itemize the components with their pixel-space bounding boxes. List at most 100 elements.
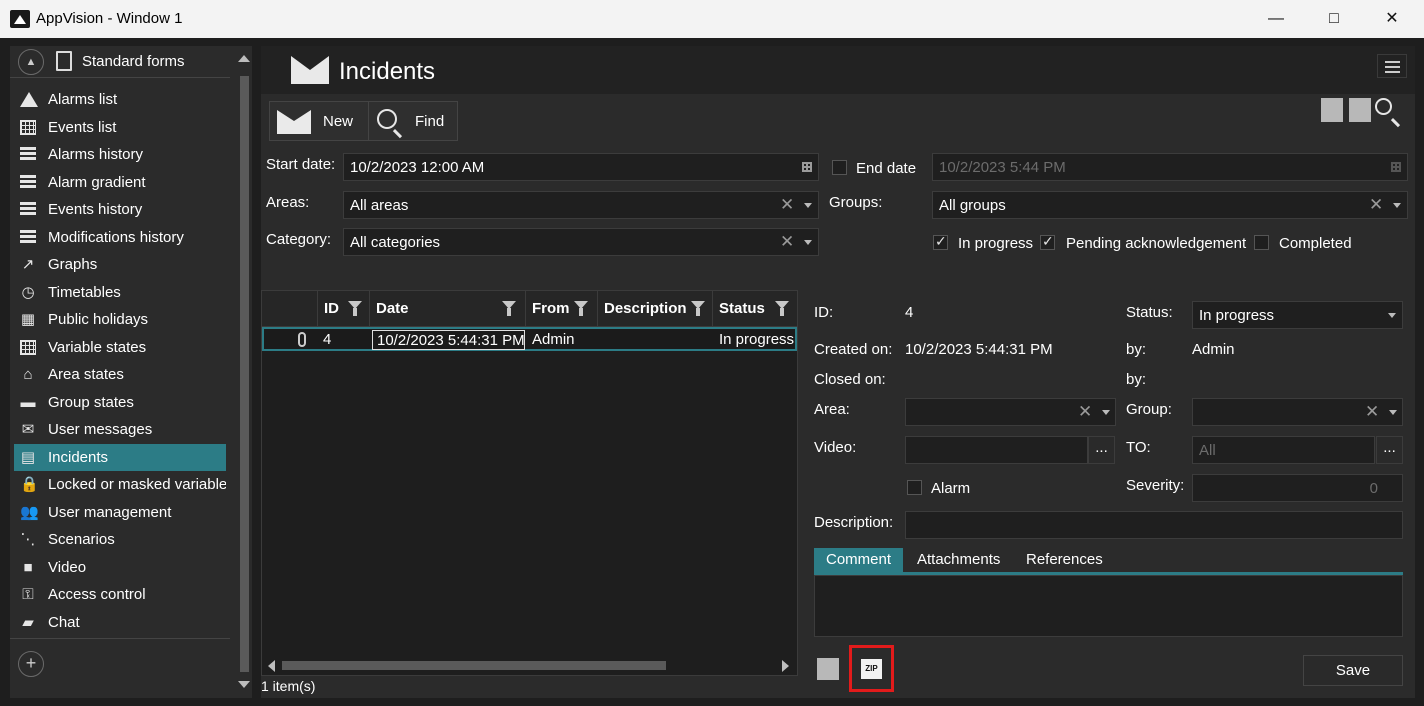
sidebar-item-modifications-history[interactable]: Modifications history: [14, 224, 226, 252]
header-icon-column: [262, 291, 318, 327]
in-progress-checkbox[interactable]: [933, 233, 948, 250]
sidebar-item-area-states[interactable]: ⌂ Area states: [14, 361, 226, 389]
area-select[interactable]: ✕: [905, 398, 1116, 426]
calendar-icon[interactable]: [802, 162, 812, 172]
clear-icon[interactable]: ✕: [1365, 402, 1379, 422]
collapse-up-button[interactable]: ▲: [18, 49, 44, 75]
sidebar-item-events-list[interactable]: Events list: [14, 114, 226, 142]
filter-icon[interactable]: [502, 301, 516, 316]
maximize-button[interactable]: □: [1305, 0, 1363, 38]
calendar-icon[interactable]: [1391, 162, 1401, 172]
sidebar-item-events-history[interactable]: Events history: [14, 196, 226, 224]
sidebar-item-user-management[interactable]: 👥 User management: [14, 499, 226, 527]
sidebar-item-scenarios[interactable]: ⋱ Scenarios: [14, 526, 226, 554]
save-icon[interactable]: [1349, 98, 1371, 122]
clear-icon[interactable]: ✕: [780, 195, 794, 215]
severity-stepper[interactable]: 0: [1192, 474, 1403, 502]
comment-textarea[interactable]: [814, 575, 1403, 637]
end-date-field[interactable]: 10/2/2023 5:44 PM: [932, 153, 1408, 181]
scroll-thumb[interactable]: [240, 76, 249, 672]
scroll-down-icon[interactable]: [238, 681, 250, 688]
sidebar-item-alarm-gradient[interactable]: Alarm gradient: [14, 169, 226, 197]
clear-icon[interactable]: ✕: [1369, 195, 1383, 215]
chevron-down-icon[interactable]: [1388, 313, 1396, 318]
sidebar-item-video[interactable]: ■ Video: [14, 554, 226, 582]
alarm-checkbox[interactable]: [907, 480, 922, 495]
completed-checkbox[interactable]: [1254, 235, 1269, 250]
grid-icon: [20, 339, 36, 355]
column-status[interactable]: Status: [713, 291, 797, 327]
search-icon[interactable]: [1375, 98, 1392, 115]
areas-select[interactable]: All areas ✕: [343, 191, 819, 219]
scroll-thumb[interactable]: [282, 661, 666, 670]
chevron-down-icon[interactable]: [1389, 410, 1397, 415]
sidebar-item-alarms-history[interactable]: Alarms history: [14, 141, 226, 169]
table-row[interactable]: 4 10/2/2023 5:44:31 PM Admin In progress: [262, 327, 797, 351]
filter-icon[interactable]: [691, 301, 705, 316]
tab-references[interactable]: References: [1014, 548, 1115, 572]
add-button[interactable]: +: [18, 651, 44, 677]
cell-date[interactable]: 10/2/2023 5:44:31 PM: [372, 330, 525, 350]
scroll-right-icon[interactable]: [782, 660, 789, 672]
sidebar-item-chat[interactable]: ▰ Chat: [14, 609, 226, 637]
minimize-button[interactable]: —: [1247, 0, 1305, 38]
scroll-up-icon[interactable]: [238, 55, 250, 62]
sidebar-item-timetables[interactable]: ◷ Timetables: [14, 279, 226, 307]
column-date[interactable]: Date: [370, 291, 526, 327]
sidebar-item-group-states[interactable]: ▬ Group states: [14, 389, 226, 417]
to-field[interactable]: All: [1192, 436, 1375, 464]
column-from[interactable]: From: [526, 291, 598, 327]
filter-icon[interactable]: [574, 301, 588, 316]
pending-ack-checkbox[interactable]: [1040, 233, 1055, 250]
page-header: Incidents: [261, 46, 1415, 94]
attachment-icon: [298, 332, 306, 347]
group-select[interactable]: ✕: [1192, 398, 1403, 426]
column-id[interactable]: ID: [318, 291, 370, 327]
tab-comment[interactable]: Comment: [814, 548, 904, 572]
column-from-label: From: [532, 300, 570, 317]
to-label: TO:: [1126, 439, 1151, 456]
filter-icon[interactable]: [775, 301, 789, 316]
tab-attachments[interactable]: Attachments: [905, 548, 1012, 572]
to-browse-button[interactable]: ...: [1376, 436, 1403, 464]
sidebar-item-locked-or-masked-variable[interactable]: 🔒 Locked or masked variable: [14, 471, 226, 499]
status-select[interactable]: In progress: [1192, 301, 1403, 329]
video-field[interactable]: [905, 436, 1088, 464]
save-button[interactable]: Save: [1303, 655, 1403, 686]
find-button[interactable]: Find: [368, 101, 458, 141]
chevron-down-icon[interactable]: [804, 240, 812, 245]
sidebar-item-access-control[interactable]: ⚿ Access control: [14, 581, 226, 609]
close-button[interactable]: ✕: [1363, 0, 1421, 38]
chevron-down-icon[interactable]: [1393, 203, 1401, 208]
table-hscrollbar[interactable]: [262, 655, 797, 675]
column-description[interactable]: Description: [598, 291, 713, 327]
clear-icon[interactable]: ✕: [780, 232, 794, 252]
zip-icon[interactable]: ZIP: [861, 659, 882, 679]
start-date-field[interactable]: 10/2/2023 12:00 AM: [343, 153, 819, 181]
areas-label: Areas:: [266, 194, 310, 211]
page-title: Incidents: [339, 58, 436, 85]
sidebar-scrollbar[interactable]: [236, 46, 252, 698]
print-icon[interactable]: [817, 658, 839, 680]
sidebar-item-user-messages[interactable]: ✉ User messages: [14, 416, 226, 444]
video-browse-button[interactable]: ...: [1088, 436, 1115, 464]
end-date-checkbox[interactable]: [832, 160, 847, 175]
sidebar-item-public-holidays[interactable]: ▦ Public holidays: [14, 306, 226, 334]
sidebar-item-label: Locked or masked variable: [48, 476, 226, 493]
description-field[interactable]: [905, 511, 1403, 539]
print-icon[interactable]: [1321, 98, 1343, 122]
sidebar-item-variable-states[interactable]: Variable states: [14, 334, 226, 362]
clear-icon[interactable]: ✕: [1078, 402, 1092, 422]
sidebar-header: ▲ Standard forms: [10, 46, 230, 78]
scroll-left-icon[interactable]: [268, 660, 275, 672]
sidebar-item-incidents[interactable]: ▤ Incidents: [14, 443, 226, 471]
sidebar-item-graphs[interactable]: ↗ Graphs: [14, 251, 226, 279]
filter-icon[interactable]: [348, 301, 362, 316]
sidebar-item-alarms-list[interactable]: Alarms list: [14, 86, 226, 114]
menu-button[interactable]: [1377, 54, 1407, 78]
groups-select[interactable]: All groups ✕: [932, 191, 1408, 219]
new-button[interactable]: New: [269, 101, 369, 141]
chevron-down-icon[interactable]: [1102, 410, 1110, 415]
chevron-down-icon[interactable]: [804, 203, 812, 208]
category-select[interactable]: All categories ✕: [343, 228, 819, 256]
